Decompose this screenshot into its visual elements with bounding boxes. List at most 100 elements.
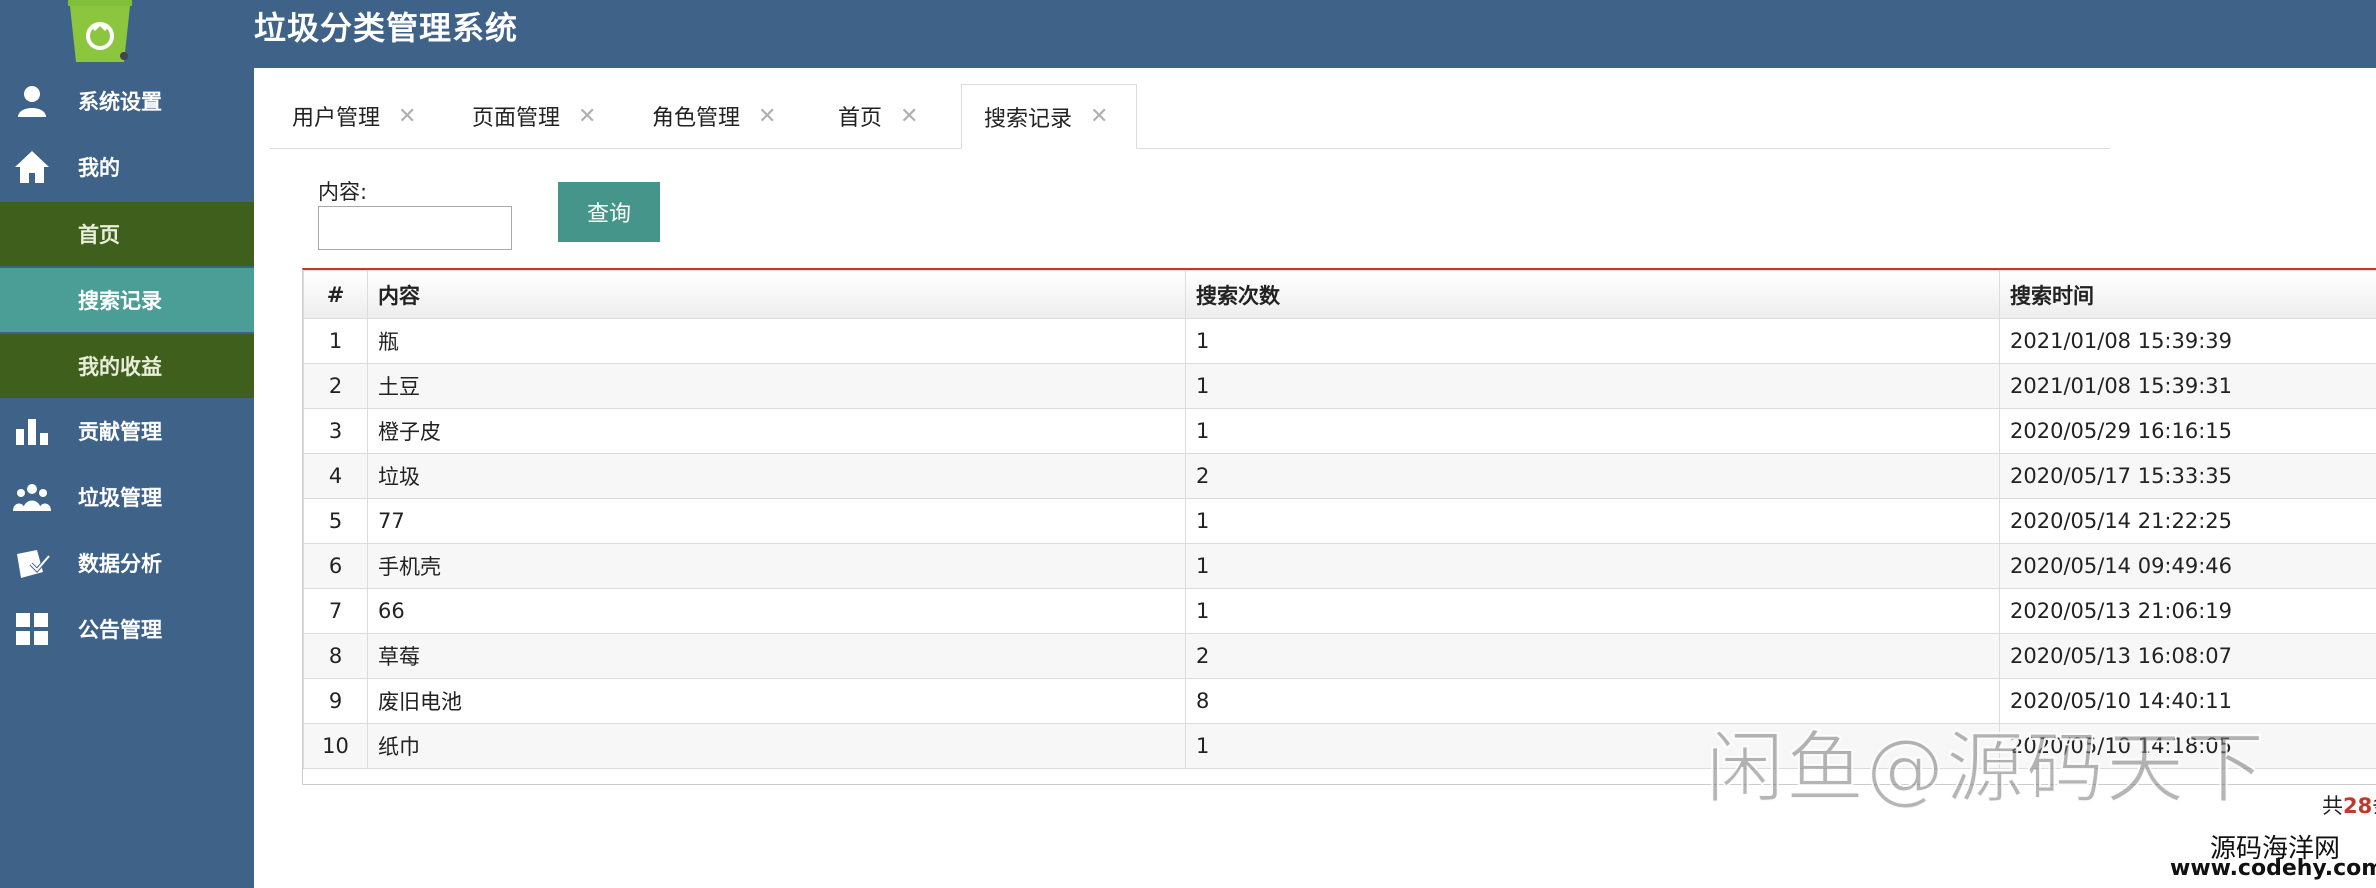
close-icon[interactable]: ✕ [578,104,596,129]
tab-label: 首页 [838,106,883,131]
cell-index: 1 [303,318,368,364]
cell-time: 2021/01/08 15:39:31 [1999,363,2376,409]
sidebar: 系统设置 我的 首页 搜索记录 我的收益 贡献管理 垃圾管理 数据分析 公告管理 [0,68,254,888]
cell-content: 土豆 [367,363,1186,409]
sidebar-item-search-records[interactable]: 搜索记录 [0,268,254,332]
cell-time: 2020/05/14 21:22:25 [1999,498,2376,544]
tab-search-records[interactable]: 搜索记录 ✕ [961,84,1137,149]
cell-count: 2 [1185,453,2000,499]
sidebar-item-label: 我的收益 [78,355,162,379]
cell-count: 1 [1185,543,2000,589]
tab-label: 用户管理 [292,106,381,131]
cell-content: 废旧电池 [367,678,1186,724]
close-icon[interactable]: ✕ [758,104,776,129]
total-prefix: 共 [2322,794,2343,818]
cell-count: 2 [1185,633,2000,679]
sidebar-item-label: 公告管理 [78,618,162,642]
cell-content: 66 [367,588,1186,634]
table-row[interactable]: 8 草莓 2 2020/05/13 16:08:07 [303,633,2376,679]
cell-index: 8 [303,633,368,679]
column-header-search-count[interactable]: 搜索次数 [1185,270,2000,319]
sidebar-item-label: 贡献管理 [78,420,162,444]
cell-time: 2020/05/13 16:08:07 [1999,633,2376,679]
cell-content: 瓶 [367,318,1186,364]
cell-content: 77 [367,498,1186,544]
query-button[interactable]: 查询 [558,182,660,242]
home-icon [12,147,52,187]
user-icon [12,81,52,121]
sidebar-item-system-settings[interactable]: 系统设置 [0,68,254,134]
sidebar-item-contribution[interactable]: 贡献管理 [0,398,254,464]
checklist-icon [12,543,52,583]
cell-time: 2020/05/29 16:16:15 [1999,408,2376,454]
cell-index: 7 [303,588,368,634]
table-row[interactable]: 5 77 1 2020/05/14 21:22:25 [303,498,2376,544]
cell-count: 1 [1185,318,2000,364]
cell-index: 2 [303,363,368,409]
table-row[interactable]: 4 垃圾 2 2020/05/17 15:33:35 [303,453,2376,499]
close-icon[interactable]: ✕ [1090,104,1108,129]
tab-user-management[interactable]: 用户管理 ✕ [270,84,448,148]
cell-index: 5 [303,498,368,544]
sidebar-item-label: 数据分析 [78,552,162,576]
sidebar-item-label: 垃圾管理 [78,486,162,510]
tab-label: 搜索记录 [984,106,1073,132]
cell-count: 1 [1185,408,2000,454]
sidebar-item-mine[interactable]: 我的 [0,134,254,200]
sidebar-item-garbage[interactable]: 垃圾管理 [0,464,254,530]
close-icon[interactable]: ✕ [900,104,918,129]
cell-content: 垃圾 [367,453,1186,499]
group-icon [12,477,52,517]
tab-label: 角色管理 [652,106,741,131]
content-search-input[interactable] [318,206,512,250]
tab-page-management[interactable]: 页面管理 ✕ [450,84,628,148]
cell-content: 橙子皮 [367,408,1186,454]
watermark-site-url: www.codehy.com [2170,856,2376,881]
cell-time: 2020/05/17 15:33:35 [1999,453,2376,499]
table-row[interactable]: 1 瓶 1 2021/01/08 15:39:39 [303,318,2376,364]
sidebar-item-data-analysis[interactable]: 数据分析 [0,530,254,596]
cell-content: 纸巾 [367,723,1186,769]
table-row[interactable]: 2 土豆 1 2021/01/08 15:39:31 [303,363,2376,409]
column-header-content[interactable]: 内容 [367,270,1186,319]
cell-index: 4 [303,453,368,499]
cell-index: 3 [303,408,368,454]
content-label: 内容: [318,180,368,204]
sidebar-item-label: 首页 [78,223,120,247]
cell-index: 10 [303,723,368,769]
table-row[interactable]: 3 橙子皮 1 2020/05/29 16:16:15 [303,408,2376,454]
app-title: 垃圾分类管理系统 [254,9,519,47]
recycle-bin-logo-icon [60,0,140,66]
total-count: 共28条 [2322,790,2376,820]
column-header-index: # [303,270,368,319]
tab-home[interactable]: 首页 ✕ [816,84,956,148]
table-row[interactable]: 7 66 1 2020/05/13 21:06:19 [303,588,2376,634]
table-header-row: # 内容 搜索次数 搜索时间 [303,270,2376,319]
cell-time: 2021/01/08 15:39:39 [1999,318,2376,364]
cell-index: 6 [303,543,368,589]
sidebar-item-label: 我的 [78,156,120,180]
cell-time: 2020/05/13 21:06:19 [1999,588,2376,634]
total-number: 28 [2343,794,2373,818]
watermark-text: 闲鱼@源码天下 [1705,723,2267,815]
top-header: 垃圾分类管理系统 [0,0,2376,68]
close-icon[interactable]: ✕ [398,104,416,129]
cell-time: 2020/05/14 09:49:46 [1999,543,2376,589]
grid-icon [12,609,52,649]
sidebar-item-label: 搜索记录 [78,289,162,313]
cell-count: 1 [1185,498,2000,544]
cell-count: 1 [1185,363,2000,409]
cell-content: 草莓 [367,633,1186,679]
table-row[interactable]: 6 手机壳 1 2020/05/14 09:49:46 [303,543,2376,589]
cell-count: 1 [1185,588,2000,634]
sidebar-item-home[interactable]: 首页 [0,202,254,266]
cell-content: 手机壳 [367,543,1186,589]
tab-role-management[interactable]: 角色管理 ✕ [630,84,808,148]
column-header-search-time[interactable]: 搜索时间 [1999,270,2376,319]
bar-chart-icon [12,411,52,451]
sidebar-item-announcements[interactable]: 公告管理 [0,596,254,662]
total-suffix: 条 [2372,794,2376,818]
sidebar-item-label: 系统设置 [78,90,162,114]
sidebar-item-my-earnings[interactable]: 我的收益 [0,334,254,398]
tab-bar: 用户管理 ✕ 页面管理 ✕ 角色管理 ✕ 首页 ✕ 搜索记录 ✕ [270,84,2110,149]
